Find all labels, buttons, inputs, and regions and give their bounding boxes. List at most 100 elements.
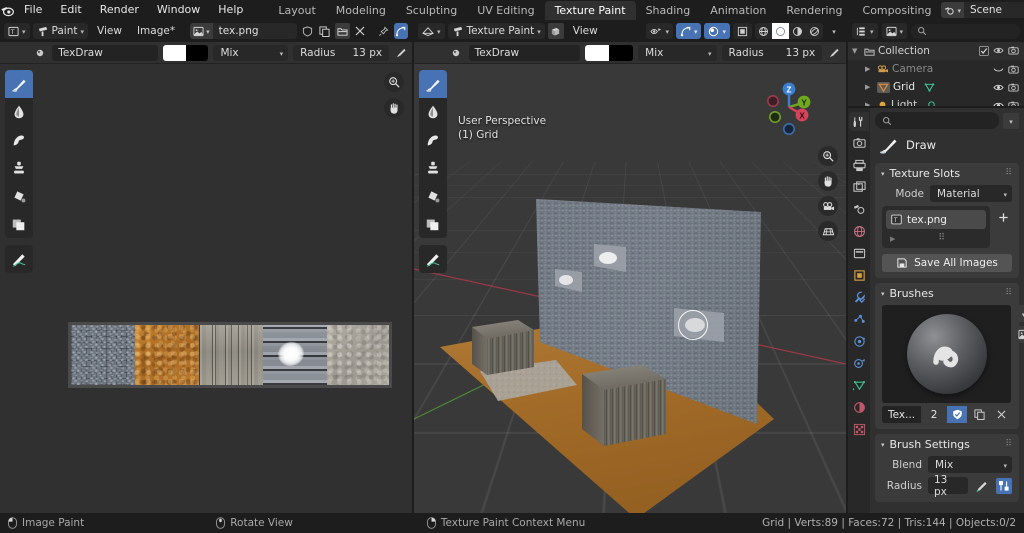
color-swatches[interactable] <box>163 44 209 61</box>
soften-tool[interactable] <box>419 98 447 126</box>
save-all-images-button[interactable]: Save All Images <box>882 254 1012 272</box>
visibility-selector[interactable]: ▾ <box>646 23 673 39</box>
mask-tool[interactable] <box>5 210 33 238</box>
render-camera-icon[interactable] <box>1008 65 1019 74</box>
tab-sculpting[interactable]: Sculpting <box>396 1 467 20</box>
shading-solid[interactable] <box>772 23 789 39</box>
viewport-color-swatches[interactable] <box>585 44 634 61</box>
texture-slot-item[interactable]: T tex.png <box>886 210 986 229</box>
foreground-color-swatch[interactable] <box>163 44 186 61</box>
draw-tool[interactable] <box>419 70 447 98</box>
close-icon[interactable] <box>991 406 1012 423</box>
fill-tool[interactable] <box>5 182 33 210</box>
particles-icon[interactable] <box>849 310 869 329</box>
brush-settings-panel-header[interactable]: ▾ Brush Settings ⠿ <box>875 434 1019 454</box>
collection-box-icon[interactable] <box>849 244 869 263</box>
brush-dot-icon[interactable] <box>33 45 47 61</box>
outliner-search-input[interactable] <box>911 23 1020 39</box>
tab-uv-editing[interactable]: UV Editing <box>467 1 544 20</box>
wrench-icon[interactable] <box>849 288 869 307</box>
outliner-filter-icon[interactable]: ▾ <box>881 23 908 39</box>
image-editor-menu-view[interactable]: View <box>91 23 128 39</box>
scene-name[interactable]: Scene <box>964 4 1024 16</box>
outliner-display-mode-selector[interactable]: ▾ <box>852 23 878 39</box>
images-icon[interactable] <box>849 178 869 197</box>
tool-tab[interactable] <box>849 112 869 131</box>
transform-orientation-icon[interactable] <box>547 23 564 39</box>
pin-icon[interactable] <box>376 23 390 39</box>
close-icon[interactable] <box>353 23 367 39</box>
physics-orbit-icon[interactable] <box>849 332 869 351</box>
chevron-down-icon[interactable]: ▾ <box>881 441 885 449</box>
annotate-tool[interactable] <box>5 245 33 273</box>
material-sphere-icon[interactable] <box>849 398 869 417</box>
outliner-row-camera[interactable]: ▶ Camera <box>848 60 1024 78</box>
world-globe-icon[interactable] <box>849 222 869 241</box>
ortho-grid-icon[interactable] <box>818 221 838 241</box>
eye-icon[interactable] <box>993 101 1004 106</box>
radius-slider[interactable]: Radius 13 px <box>293 44 390 61</box>
pan-hand-icon[interactable] <box>818 171 838 191</box>
shield-check-icon[interactable] <box>947 406 968 423</box>
viewport-menu-view[interactable]: View <box>567 23 604 39</box>
brush-name-field[interactable]: TexDraw <box>52 44 159 61</box>
viewport-blend-mode-select[interactable]: Mix ▾ <box>638 44 717 61</box>
shading-rendered[interactable] <box>806 23 823 39</box>
tab-compositing[interactable]: Compositing <box>853 1 942 20</box>
navigation-gizmo[interactable]: Z Y X <box>758 76 820 138</box>
menu-edit[interactable]: Edit <box>51 0 90 20</box>
shading-options-chevron-down-icon[interactable]: ▾ <box>826 23 842 39</box>
tab-shading[interactable]: Shading <box>636 1 701 20</box>
radius-value-field[interactable]: 13 px <box>928 474 968 498</box>
image-editor-menu-image[interactable]: Image* <box>131 23 181 39</box>
radius-unit-icon[interactable] <box>996 477 1012 494</box>
light-data-icon[interactable] <box>926 100 937 106</box>
xray-toggle-icon[interactable] <box>733 23 752 39</box>
object-square-icon[interactable] <box>849 266 869 285</box>
blender-logo-icon[interactable] <box>0 0 15 20</box>
fill-tool[interactable] <box>419 182 447 210</box>
smear-tool[interactable] <box>419 126 447 154</box>
expand-triangle-icon[interactable]: ▶ <box>865 83 874 91</box>
background-color-swatch[interactable] <box>185 44 209 61</box>
viewport-brush-name-field[interactable]: TexDraw <box>468 44 581 61</box>
viewport-radius-pressure-icon[interactable] <box>827 45 842 61</box>
mode-select[interactable]: Material ▾ <box>930 185 1012 202</box>
folder-icon[interactable] <box>335 23 350 39</box>
expand-triangle-icon[interactable]: ▶ <box>890 235 895 243</box>
shading-wireframe[interactable] <box>755 23 772 39</box>
proportional-editing-icon[interactable]: ▾ <box>704 23 730 39</box>
expand-triangle-icon[interactable]: ▶ <box>865 65 874 73</box>
menu-render[interactable]: Render <box>91 0 148 20</box>
snap-icon[interactable] <box>393 23 409 39</box>
foreground-color-swatch[interactable] <box>585 44 610 61</box>
scene-icon[interactable]: ▾ <box>941 2 964 18</box>
tab-texture-paint[interactable]: Texture Paint <box>544 1 636 20</box>
eye-icon[interactable] <box>993 83 1004 92</box>
shield-icon[interactable] <box>300 23 314 39</box>
printer-icon[interactable] <box>849 156 869 175</box>
brush-users-count[interactable]: 2 <box>923 406 946 423</box>
menu-window[interactable]: Window <box>148 0 209 20</box>
draw-tool[interactable] <box>5 70 33 98</box>
viewport-canvas[interactable]: User Perspective (1) Grid Z Y X <box>414 64 846 513</box>
brush-name-field[interactable]: Tex... <box>882 406 922 423</box>
image-id-block[interactable]: ▾ tex.png <box>190 23 298 39</box>
constraint-icon[interactable] <box>849 354 869 373</box>
viewport-mode-selector[interactable]: Texture Paint ▾ <box>447 23 545 39</box>
texture-image[interactable] <box>68 322 392 388</box>
brush-dot-icon[interactable] <box>449 45 464 61</box>
viewport-editor-type-selector[interactable]: ▾ <box>418 23 445 39</box>
paint-mode-selector[interactable]: Paint ▾ <box>32 23 89 39</box>
zoom-icon[interactable] <box>818 146 838 166</box>
tab-modeling[interactable]: Modeling <box>326 1 396 20</box>
scene-cone-icon[interactable] <box>849 200 869 219</box>
chevron-down-icon[interactable]: ▾ <box>881 290 885 298</box>
render-camera-icon[interactable] <box>1008 46 1019 56</box>
render-camera-icon[interactable] <box>1008 101 1019 106</box>
chevron-down-icon[interactable]: ▾ <box>881 170 885 178</box>
image-icon[interactable] <box>1015 326 1024 343</box>
editor-type-selector[interactable]: T ▾ <box>4 23 30 39</box>
properties-options-chevron-down-icon[interactable]: ▾ <box>1003 112 1019 129</box>
clone-tool[interactable] <box>419 154 447 182</box>
